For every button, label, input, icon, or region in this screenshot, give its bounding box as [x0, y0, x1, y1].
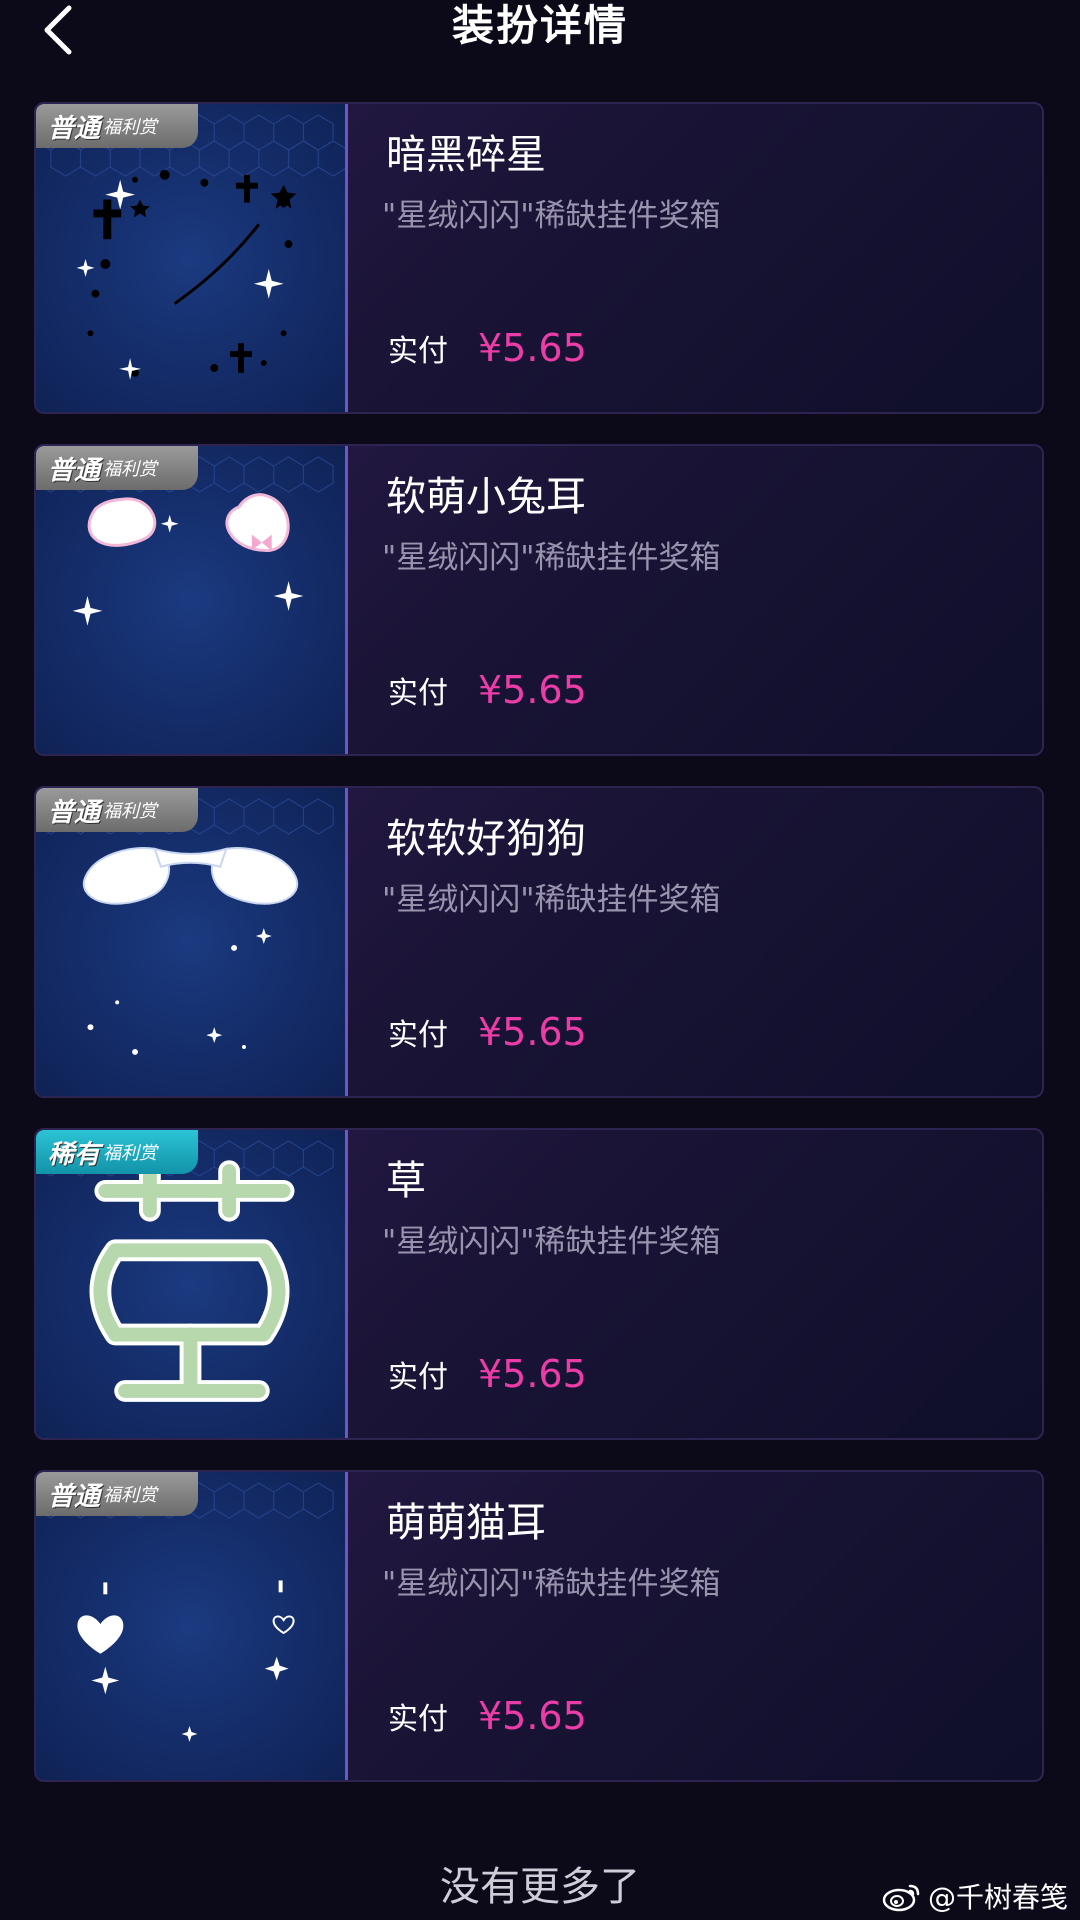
badge-sublabel: 福利赏: [103, 117, 158, 138]
badge-label: 普通: [48, 797, 101, 828]
page-title: 装扮详情: [451, 1, 628, 50]
dog-ears-decoration: [82, 847, 299, 1055]
header: 装扮详情: [0, 0, 1080, 72]
price-row: 实付 ¥5.65: [388, 668, 587, 712]
badge-label: 普通: [48, 113, 101, 144]
price-row: 实付 ¥5.65: [388, 1352, 587, 1396]
price-value: ¥5.65: [478, 668, 587, 712]
item-name: 草: [386, 1158, 426, 1204]
price-value: ¥5.65: [478, 1010, 587, 1054]
item-source: "星绒闪闪"稀缺挂件奖箱: [382, 1224, 721, 1260]
price-label: 实付: [388, 1018, 448, 1053]
item-source: "星绒闪闪"稀缺挂件奖箱: [382, 540, 721, 576]
dark-stars-decoration: [76, 169, 297, 380]
price-label: 实付: [388, 676, 448, 711]
item-thumbnail: 普通 福利赏: [36, 446, 348, 754]
badge-label: 稀有: [48, 1139, 101, 1170]
item-card[interactable]: 普通 福利赏 软软好狗狗 "星绒闪闪"稀缺挂件奖箱 实付 ¥5.65: [34, 786, 1044, 1098]
weibo-icon: [882, 1884, 920, 1912]
price-row: 实付 ¥5.65: [388, 1010, 587, 1054]
item-list: 普通 福利赏 暗黑碎星 "星绒闪闪"稀缺挂件奖箱 实付 ¥5.65 普通 福利赏…: [34, 102, 1046, 1812]
price-label: 实付: [388, 1702, 448, 1737]
item-name: 萌萌猫耳: [386, 1500, 546, 1546]
rarity-badge: 普通 福利赏: [36, 1472, 198, 1516]
badge-sublabel: 福利赏: [103, 459, 158, 480]
item-name: 软软好狗狗: [386, 816, 586, 862]
item-card[interactable]: 普通 福利赏 软萌小兔耳 "星绒闪闪"稀缺挂件奖箱 实付 ¥5.65: [34, 444, 1044, 756]
rarity-badge: 普通 福利赏: [36, 788, 198, 832]
item-source: "星绒闪闪"稀缺挂件奖箱: [382, 1566, 721, 1602]
watermark-text: @千树春笺: [927, 1881, 1068, 1914]
item-thumbnail: 稀有 福利赏: [36, 1130, 348, 1438]
price-row: 实付 ¥5.65: [388, 326, 587, 370]
badge-label: 普通: [48, 1481, 101, 1512]
cat-ears-decoration: [77, 1580, 295, 1742]
badge-sublabel: 福利赏: [103, 1143, 158, 1164]
badge-label: 普通: [48, 455, 101, 486]
item-name: 暗黑碎星: [386, 132, 546, 178]
item-card[interactable]: 稀有 福利赏 草 "星绒闪闪"稀缺挂件奖箱 实付 ¥5.65: [34, 1128, 1044, 1440]
item-source: "星绒闪闪"稀缺挂件奖箱: [382, 882, 721, 918]
rarity-badge: 稀有 福利赏: [36, 1130, 198, 1174]
item-thumbnail: 普通 福利赏: [36, 104, 348, 412]
price-value: ¥5.65: [478, 1694, 587, 1738]
item-card[interactable]: 普通 福利赏 萌萌猫耳 "星绒闪闪"稀缺挂件奖箱 实付 ¥5.65: [34, 1470, 1044, 1782]
badge-sublabel: 福利赏: [103, 1485, 158, 1506]
item-thumbnail: 普通 福利赏: [36, 1472, 348, 1780]
rarity-badge: 普通 福利赏: [36, 446, 198, 490]
item-thumbnail: 普通 福利赏: [36, 788, 348, 1096]
bunny-ears-decoration: [72, 493, 304, 626]
item-source: "星绒闪闪"稀缺挂件奖箱: [382, 198, 721, 234]
price-label: 实付: [388, 1360, 448, 1395]
price-label: 实付: [388, 334, 448, 369]
price-row: 实付 ¥5.65: [388, 1694, 587, 1738]
watermark: @千树春笺: [882, 1876, 1068, 1916]
price-value: ¥5.65: [478, 1352, 587, 1396]
grass-glyph-decoration: [89, 1160, 295, 1402]
page: 装扮详情 普通 福利赏 暗黑碎星 "星绒闪闪"稀缺挂件奖箱 实付 ¥5.65 普…: [0, 0, 1080, 1920]
rarity-badge: 普通 福利赏: [36, 104, 198, 148]
price-value: ¥5.65: [478, 326, 587, 370]
badge-sublabel: 福利赏: [103, 801, 158, 822]
item-card[interactable]: 普通 福利赏 暗黑碎星 "星绒闪闪"稀缺挂件奖箱 实付 ¥5.65: [34, 102, 1044, 414]
item-name: 软萌小兔耳: [386, 474, 586, 520]
